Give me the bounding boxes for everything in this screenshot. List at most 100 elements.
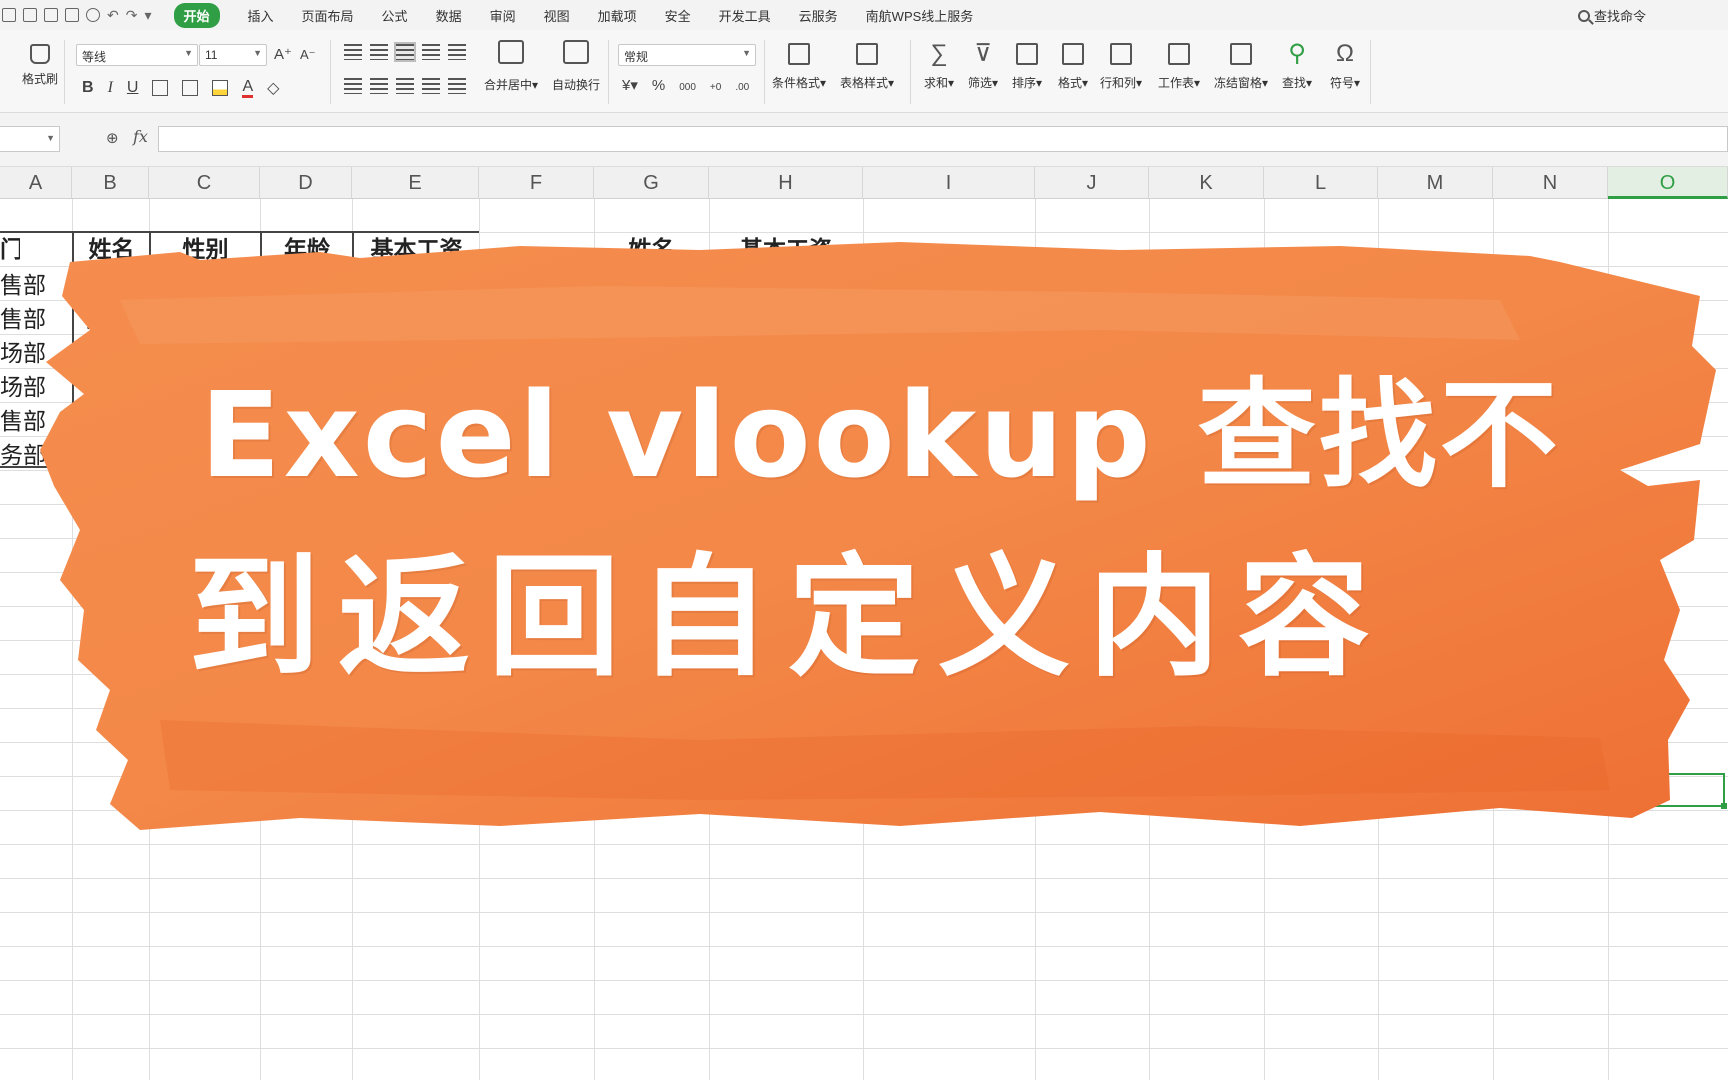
- increase-font-button[interactable]: A⁺: [274, 45, 292, 63]
- column-header-m[interactable]: M: [1378, 167, 1493, 199]
- column-header-f[interactable]: F: [479, 167, 594, 199]
- column-header-g[interactable]: G: [594, 167, 709, 199]
- border-icon[interactable]: [152, 80, 169, 96]
- decrease-decimal-icon[interactable]: .00: [735, 77, 749, 94]
- column-header-l[interactable]: L: [1264, 167, 1378, 199]
- find-button[interactable]: ⚲ 查找▾: [1282, 40, 1312, 91]
- cell-a3[interactable]: 售部: [0, 268, 72, 302]
- justify-icon[interactable]: [422, 78, 440, 94]
- print-icon[interactable]: [65, 8, 79, 22]
- sum-button[interactable]: ∑ 求和▾: [924, 40, 954, 91]
- tab-formulas[interactable]: 公式: [382, 6, 408, 25]
- cell-b2[interactable]: 姓名: [74, 232, 149, 266]
- name-box[interactable]: ▼: [0, 126, 60, 152]
- wrap-text-button[interactable]: 自动换行: [552, 40, 600, 93]
- align-center-icon[interactable]: [370, 78, 388, 94]
- indent-increase-icon[interactable]: [422, 44, 440, 60]
- redo-icon[interactable]: ↷: [126, 8, 138, 22]
- column-header-b[interactable]: B: [72, 167, 149, 199]
- active-cell-o18[interactable]: [1608, 773, 1727, 809]
- align-bottom-icon[interactable]: [394, 42, 416, 62]
- cell-a4[interactable]: 售部: [0, 302, 72, 336]
- cell-a7[interactable]: 售部: [0, 404, 72, 438]
- column-header-n[interactable]: N: [1493, 167, 1608, 199]
- column-header-h[interactable]: H: [709, 167, 863, 199]
- align-top-icon[interactable]: [344, 44, 362, 60]
- filter-button[interactable]: ⊽ 筛选▾: [968, 40, 998, 91]
- tab-insert[interactable]: 插入: [248, 6, 274, 25]
- underline-button[interactable]: U: [127, 79, 139, 97]
- symbol-button[interactable]: Ω 符号▾: [1330, 40, 1360, 91]
- decrease-font-button[interactable]: A⁻: [300, 47, 316, 63]
- tab-view[interactable]: 视图: [544, 6, 570, 25]
- print-preview-icon[interactable]: [86, 8, 100, 22]
- save-icon[interactable]: [23, 8, 37, 22]
- column-header-a[interactable]: A: [0, 167, 72, 199]
- column-header-e[interactable]: E: [352, 167, 479, 199]
- format-button[interactable]: 格式▾: [1058, 40, 1088, 91]
- column-header-o[interactable]: O: [1608, 167, 1728, 199]
- open-icon[interactable]: [2, 8, 16, 22]
- clear-format-icon[interactable]: ◇: [267, 78, 279, 98]
- tab-cloud[interactable]: 云服务: [799, 6, 838, 25]
- conditional-format-button[interactable]: 条件格式▾: [772, 40, 826, 91]
- currency-icon[interactable]: ¥▾: [622, 76, 638, 94]
- sort-button[interactable]: 排序▾: [1012, 40, 1042, 91]
- cell-h2[interactable]: 基本工资: [709, 232, 863, 266]
- cell-a5[interactable]: 场部: [0, 336, 72, 370]
- freeze-panes-button[interactable]: 冻结窗格▾: [1214, 40, 1268, 91]
- cell-a2[interactable]: 门: [0, 232, 20, 266]
- tab-data[interactable]: 数据: [436, 6, 462, 25]
- tab-security[interactable]: 安全: [665, 6, 691, 25]
- tab-developer[interactable]: 开发工具: [719, 6, 771, 25]
- fx-icon[interactable]: fx: [133, 127, 148, 146]
- quick-access-toolbar: ↶ ↷ ▾: [0, 8, 152, 22]
- cell-g2[interactable]: 姓名: [594, 232, 709, 266]
- column-header-c[interactable]: C: [149, 167, 260, 199]
- cell-style-icon[interactable]: [182, 80, 199, 96]
- italic-button[interactable]: I: [108, 79, 113, 97]
- save-as-icon[interactable]: [44, 8, 58, 22]
- cell-d2[interactable]: 年龄: [262, 232, 352, 266]
- tab-review[interactable]: 审阅: [490, 6, 516, 25]
- font-color-button[interactable]: A: [242, 78, 254, 98]
- cell-b5[interactable]: 张: [76, 336, 146, 370]
- cell-b4[interactable]: 刘: [86, 302, 146, 336]
- undo-icon[interactable]: ↶: [107, 8, 119, 22]
- merge-center-button[interactable]: 合并居中▾: [484, 40, 538, 93]
- percent-icon[interactable]: %: [652, 77, 665, 94]
- cell-a8[interactable]: 务部: [0, 438, 72, 472]
- row-col-button[interactable]: 行和列▾: [1100, 40, 1142, 91]
- column-header-k[interactable]: K: [1149, 167, 1264, 199]
- cell-b3[interactable]: 胡: [76, 268, 146, 302]
- tab-home[interactable]: 开始: [173, 2, 220, 28]
- cell-c2[interactable]: 性别: [151, 232, 260, 266]
- bold-button[interactable]: B: [82, 79, 94, 97]
- worksheet-button[interactable]: 工作表▾: [1158, 40, 1200, 91]
- customize-toolbar-icon[interactable]: ▾: [144, 8, 151, 22]
- distributed-icon[interactable]: [448, 78, 466, 94]
- font-size-select[interactable]: 11 ▼: [199, 44, 267, 66]
- tab-online-service[interactable]: 南航WPS线上服务: [866, 6, 974, 25]
- align-middle-icon[interactable]: [370, 44, 388, 60]
- number-format-select[interactable]: 常规 ▼: [618, 44, 756, 66]
- column-header-i[interactable]: I: [863, 167, 1035, 199]
- thousands-icon[interactable]: 000: [679, 77, 696, 94]
- command-search[interactable]: 查找命令: [1577, 6, 1646, 25]
- indent-decrease-icon[interactable]: [448, 44, 466, 60]
- font-name-select[interactable]: 等线 ▼: [76, 44, 198, 66]
- formula-input[interactable]: [158, 126, 1728, 152]
- table-style-button[interactable]: 表格样式▾: [840, 40, 894, 91]
- align-right-icon[interactable]: [396, 78, 414, 94]
- column-header-j[interactable]: J: [1035, 167, 1149, 199]
- increase-decimal-icon[interactable]: +0: [710, 77, 721, 94]
- cell-a6[interactable]: 场部: [0, 370, 72, 404]
- zoom-formula-icon[interactable]: ⊕: [106, 129, 119, 147]
- align-left-icon[interactable]: [344, 78, 362, 94]
- column-header-d[interactable]: D: [260, 167, 352, 199]
- fill-color-icon[interactable]: [212, 80, 229, 96]
- tab-addins[interactable]: 加载项: [598, 6, 637, 25]
- format-painter-button[interactable]: 格式刷: [22, 44, 58, 87]
- tab-page-layout[interactable]: 页面布局: [302, 6, 354, 25]
- cell-e2[interactable]: 基本工资: [354, 232, 479, 266]
